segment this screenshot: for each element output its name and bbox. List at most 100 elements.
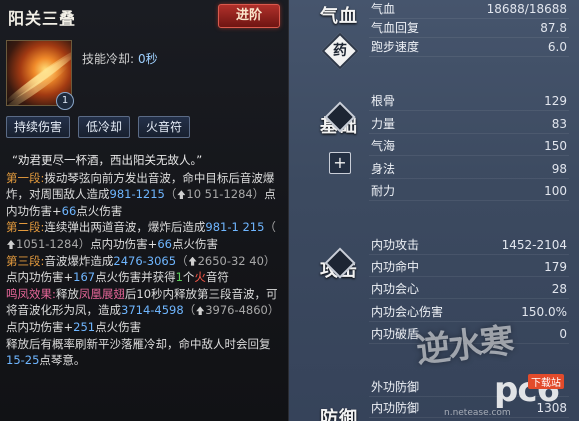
skill-panel: 阳关三叠 进阶 1 技能冷却: 0秒 持续伤害 低冷却 火音符 “劝君更尽一杯酒，… (0, 0, 289, 421)
stage-three-note: 个 (182, 270, 195, 285)
stat-row: 气血回复 87.8 (369, 19, 569, 38)
stage-three-upgrade: 2650-32 40 (197, 253, 264, 268)
effect-text1: 释放 (55, 286, 79, 301)
stat-value: 150 (544, 139, 567, 153)
stage-one: 第一段:拨动琴弦向前方发出音波，命中目标后音波爆炸，对周围敌人造成981-121… (6, 170, 276, 218)
stat-value: 6.0 (547, 40, 567, 54)
stage-two-fire: 66 (157, 236, 172, 251)
stage-one-head: 第一段: (6, 170, 45, 185)
advance-button[interactable]: 进阶 (218, 4, 280, 28)
stat-label: 内功会心伤害 (371, 305, 444, 319)
stage-three-tail2: 音符 (205, 270, 229, 285)
stage-three-text: 音波爆炸造成 (44, 253, 114, 268)
stage-three: 第三段:音波爆炸造成2476-3065（ 2650-32 40）点内功伤害+167… (6, 253, 276, 285)
stat-row: 力量 83 (369, 115, 569, 134)
stat-label: 外功防御 (371, 380, 420, 394)
stage-three-tail: 点火伤害并获得 (95, 270, 176, 285)
skill-tags: 持续伤害 低冷却 火音符 (6, 116, 191, 138)
stat-value: 83 (551, 117, 567, 131)
stats-panel: 气血 基础 攻击 防御 药 + 气血18688/18688 气血回复87.8 跑… (289, 0, 579, 421)
effect-head: 鸣凤效果: (6, 286, 56, 301)
effect-tail: 点火伤害 (95, 319, 142, 334)
stat-value: 18688/18688 (486, 2, 567, 16)
stat-row: 气海 150 (369, 137, 569, 156)
stat-label: 耐力 (371, 184, 396, 198)
stage-three-mid: 点内功伤害+ (6, 270, 74, 285)
effect-skill-name: 凤凰展翅 (78, 286, 125, 301)
stat-row: 内功破盾 0 (369, 325, 569, 344)
stage-three-damage: 2476-3065 (113, 253, 177, 268)
tag-fire-note[interactable]: 火音符 (138, 116, 191, 138)
stat-value: 1308 (536, 401, 567, 415)
stage-two-head: 第二段: (6, 220, 45, 235)
stat-label: 根骨 (371, 94, 396, 108)
stat-label: 气血回复 (371, 21, 420, 35)
section-qixue: 气血 (320, 6, 358, 27)
stat-value: 28 (551, 282, 567, 296)
stage-one-damage: 981-1215 (109, 187, 165, 202)
stage-three-count: 1 (175, 270, 183, 285)
stat-row: 内功会心伤害 150.0% (369, 303, 569, 322)
stat-row: 身法 98 (369, 160, 569, 179)
effect-fire: 251 (73, 319, 96, 334)
effect-recover: 15-25 (6, 353, 40, 368)
stage-two-damage: 981-1 215 (205, 220, 265, 235)
cooldown-value: 0秒 (138, 52, 158, 66)
effect-refresh: 释放后有概率刷新平沙落雁冷却，命中敌人时会回复 15-25点琴意。 (6, 336, 284, 369)
cooldown-label: 技能冷却: (82, 52, 135, 66)
stat-value: 150.0% (521, 305, 567, 319)
stat-row: 内功会心 28 (369, 280, 569, 299)
effect-section: 鸣凤效果:释放凤凰展翅后10秒内释放第三段音波，可将音波化形为凤，造成3714-… (6, 286, 284, 369)
effect-tail2: 点琴意。 (39, 353, 86, 368)
stat-label: 内功攻击 (371, 238, 420, 252)
stat-label: 跑步速度 (371, 40, 420, 54)
tag-low-cooldown[interactable]: 低冷却 (78, 116, 131, 138)
skill-title: 阳关三叠 (8, 9, 77, 28)
stage-two-text: 连续弹出两道音波，爆炸后造成 (44, 220, 206, 235)
stat-label: 气海 (371, 139, 396, 153)
up-arrow-icon (177, 190, 186, 200)
add-attribute-button[interactable]: + (329, 152, 351, 174)
stage-two: 第二段:连续弹出两道音波，爆炸后造成981-1 215（1051-1284）点内… (6, 220, 276, 251)
stat-row: 内功命中 179 (369, 258, 569, 277)
stat-row: 根骨 129 (369, 92, 569, 111)
stat-value: 98 (551, 162, 567, 176)
stage-one-upgrade: 10 51-1284 (186, 187, 253, 202)
stat-value: 1452-2104 (501, 238, 567, 252)
stage-three-fire-note: 火 (194, 270, 206, 285)
stat-label: 内功命中 (371, 260, 420, 274)
effect-mid: 点内功伤害+ (6, 319, 74, 334)
stat-label: 身法 (371, 162, 396, 176)
stage-two-tail: 点火伤害 (171, 236, 218, 251)
up-arrow-icon (196, 306, 205, 316)
stat-label: 内功破盾 (371, 327, 420, 341)
stat-value: 129 (544, 94, 567, 108)
effect-damage: 3714-4598 (121, 303, 184, 318)
stat-label: 内功防御 (371, 401, 420, 415)
stat-value: 179 (544, 260, 567, 274)
stat-row: 内功防御 1308 (369, 399, 569, 418)
stat-label: 力量 (371, 117, 396, 131)
stage-three-head: 第三段: (6, 253, 45, 268)
cooldown-row: 技能冷却: 0秒 (82, 50, 158, 67)
skill-quote: “劝君更尽一杯酒，西出阳关无故人。” (12, 153, 203, 167)
stage-two-mid: 点内功伤害+ (90, 236, 158, 251)
up-arrow-icon (188, 256, 197, 266)
skill-level-badge: 1 (56, 92, 74, 110)
stat-value: 100 (544, 184, 567, 198)
stage-two-upgrade: 1051-1284 (16, 236, 79, 251)
stat-label: 气血 (371, 2, 396, 16)
stat-row: 外功防御 (369, 378, 569, 397)
tag-dot-damage[interactable]: 持续伤害 (6, 116, 71, 138)
stat-value: 87.8 (540, 21, 567, 35)
skill-description: “劝君更尽一杯酒，西出阳关无故人。” 第一段:拨动琴弦向前方发出音波，命中目标后… (6, 152, 284, 369)
stat-row: 耐力 100 (369, 182, 569, 201)
effect-text3: 释放后有概率刷新平沙落雁冷却，命中敌人时会回复 (6, 336, 271, 351)
stat-row: 跑步速度 6.0 (369, 38, 569, 57)
stat-row: 气血 18688/18688 (369, 0, 569, 19)
up-arrow-icon (7, 239, 15, 249)
stage-one-fire: 66 (61, 203, 77, 218)
medicine-icon-label: 药 (333, 43, 347, 59)
section-fangyu: 防御 (320, 408, 358, 421)
stat-row: 内功攻击 1452-2104 (369, 236, 569, 255)
